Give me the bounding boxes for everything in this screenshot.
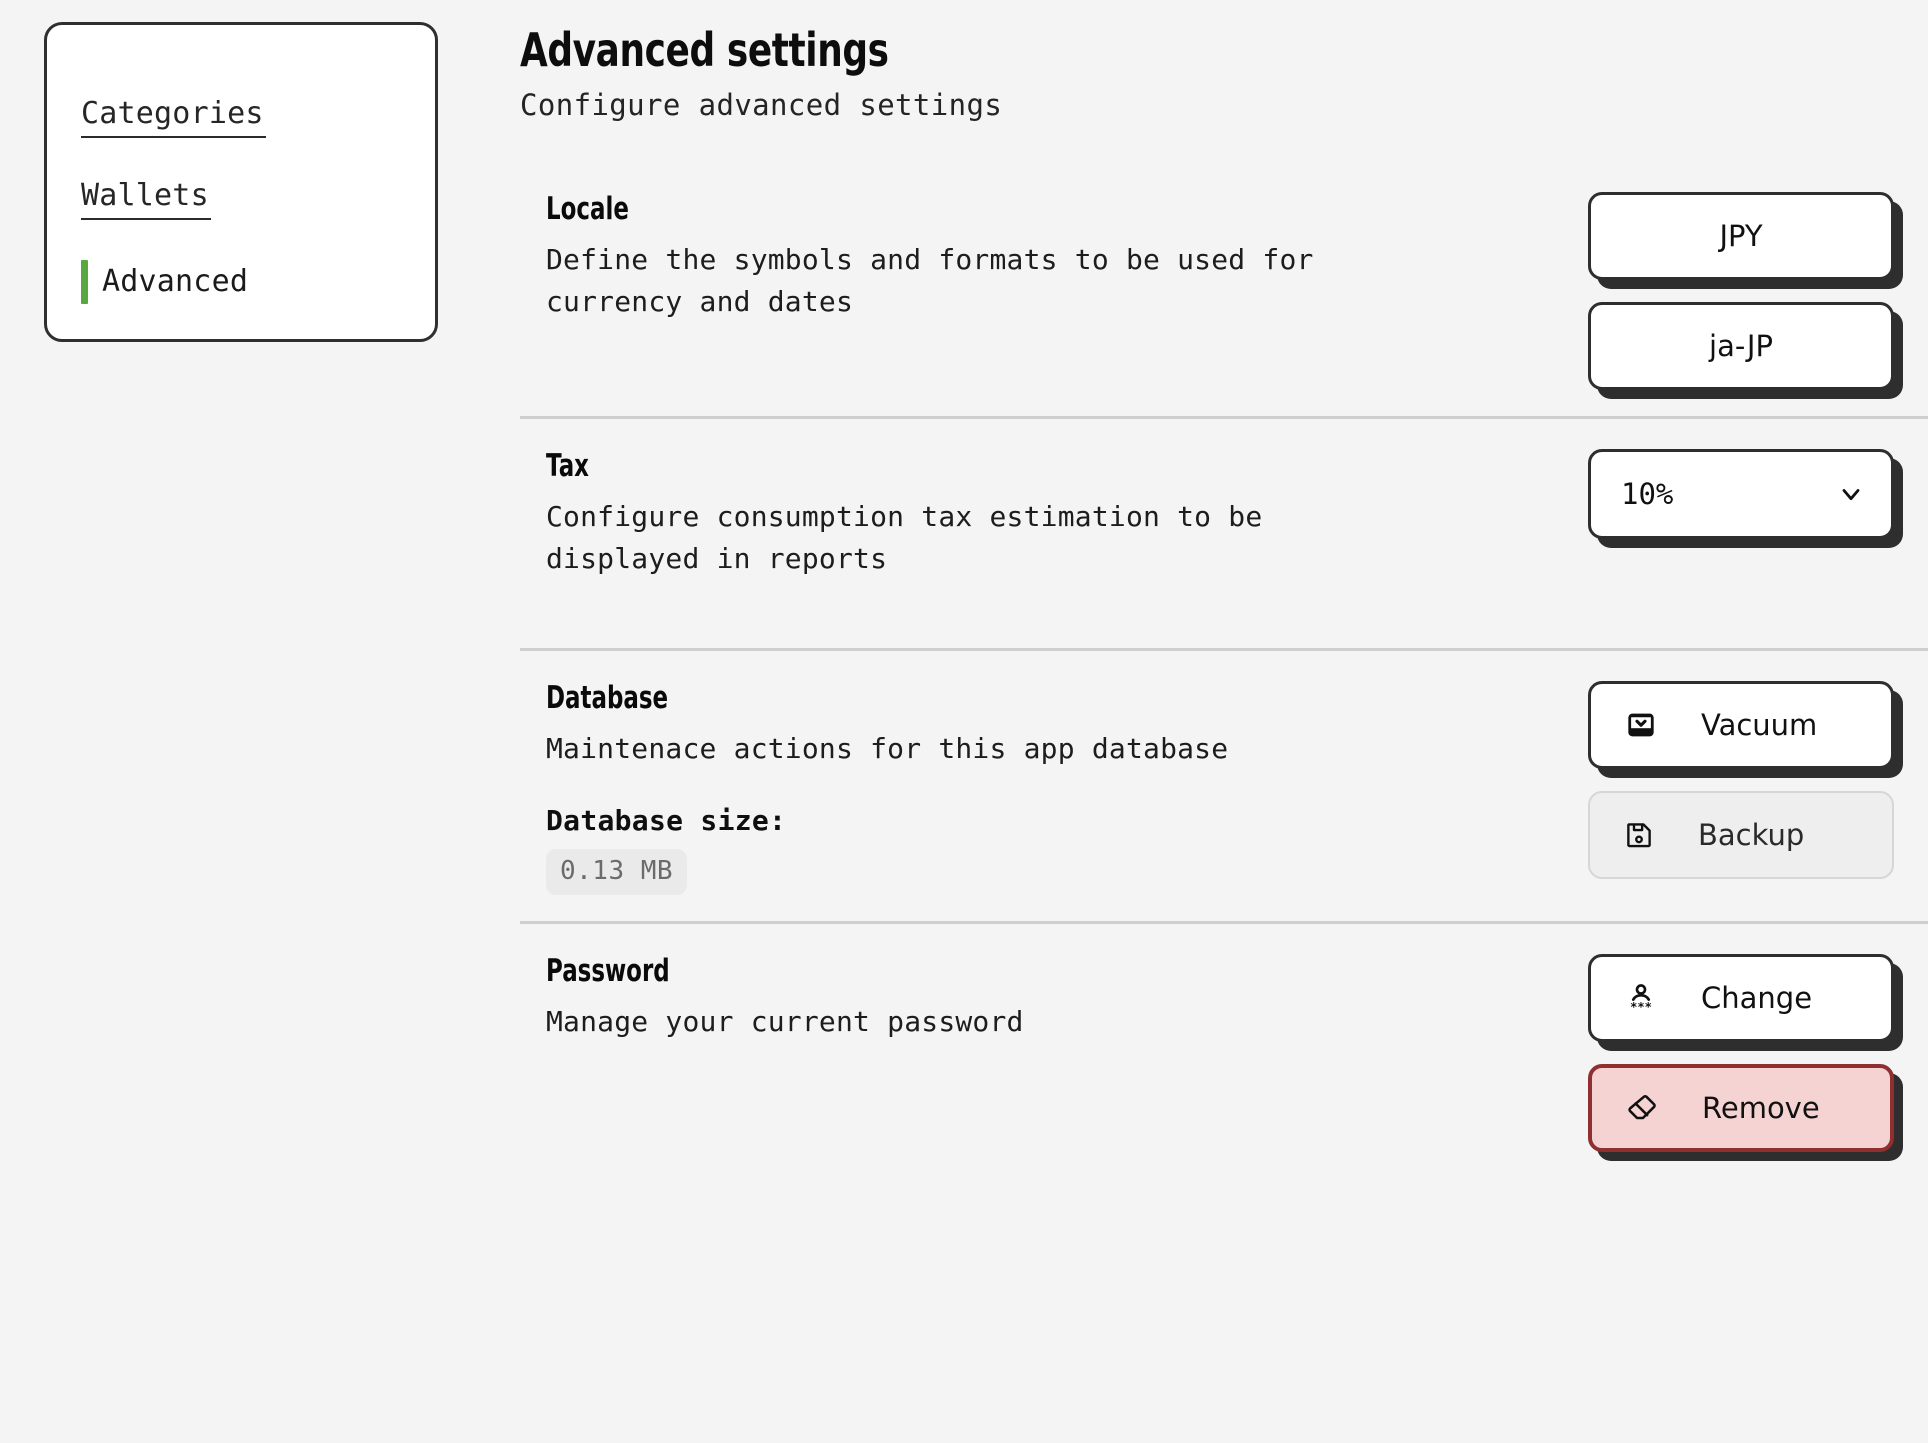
section-tax: Tax Configure consumption tax estimation… bbox=[520, 416, 1928, 648]
sidebar-item-label: Categories bbox=[81, 98, 266, 138]
change-password-button[interactable]: *** Change bbox=[1588, 953, 1894, 1042]
change-password-button-label: Change bbox=[1701, 980, 1813, 1015]
svg-text:***: *** bbox=[1630, 1000, 1652, 1014]
section-title: Locale bbox=[546, 191, 629, 228]
section-locale-controls: JPY ja-JP bbox=[1588, 188, 1894, 391]
section-title: Password bbox=[546, 952, 670, 989]
section-password-controls: *** Change Remove bbox=[1588, 950, 1894, 1152]
tax-rate-value: 10% bbox=[1621, 477, 1674, 512]
page-title: Advanced settings bbox=[520, 23, 889, 77]
settings-page: Categories Wallets Advanced Advanced set… bbox=[0, 0, 1928, 1443]
sidebar-item-label: Advanced bbox=[102, 264, 249, 299]
locale-button-label: ja-JP bbox=[1709, 329, 1773, 364]
sidebar-nav: Categories Wallets Advanced bbox=[81, 77, 401, 323]
currency-button[interactable]: JPY bbox=[1588, 192, 1894, 281]
section-description: Configure consumption tax estimation to … bbox=[546, 500, 1263, 575]
chevron-down-icon bbox=[1837, 480, 1865, 508]
section-password-text: Password Manage your current password bbox=[546, 950, 1024, 1042]
remove-password-button-label: Remove bbox=[1702, 1090, 1820, 1125]
section-password: Password Manage your current password **… bbox=[520, 920, 1928, 1178]
tax-rate-select[interactable]: 10% bbox=[1588, 449, 1894, 540]
database-size-value: 0.13 MB bbox=[546, 848, 688, 895]
section-tax-controls: 10% bbox=[1588, 445, 1894, 540]
active-indicator-bar bbox=[81, 260, 88, 304]
sidebar-item-advanced[interactable]: Advanced bbox=[81, 241, 401, 323]
database-size-label: Database size: bbox=[546, 803, 787, 837]
section-database-controls: Vacuum Backup bbox=[1588, 677, 1894, 880]
archive-icon bbox=[1625, 709, 1657, 741]
settings-sections: Locale Define the symbols and formats to… bbox=[520, 162, 1928, 1177]
main-content: Advanced settings Configure advanced set… bbox=[520, 0, 1928, 1443]
section-locale: Locale Define the symbols and formats to… bbox=[520, 162, 1928, 416]
user-password-icon: *** bbox=[1625, 982, 1657, 1014]
section-tax-text: Tax Configure consumption tax estimation… bbox=[546, 445, 1386, 579]
section-database: Database Maintenace actions for this app… bbox=[520, 648, 1928, 920]
backup-button-label: Backup bbox=[1698, 818, 1805, 853]
backup-button[interactable]: Backup bbox=[1588, 791, 1894, 880]
section-database-text: Database Maintenace actions for this app… bbox=[546, 677, 1229, 895]
sidebar-item-wallets[interactable]: Wallets bbox=[81, 159, 401, 241]
eraser-icon bbox=[1626, 1092, 1658, 1124]
remove-password-button[interactable]: Remove bbox=[1588, 1063, 1894, 1152]
section-description: Manage your current password bbox=[546, 1004, 1024, 1038]
section-title: Tax bbox=[546, 448, 589, 485]
page-subtitle: Configure advanced settings bbox=[520, 88, 1003, 123]
save-floppy-icon bbox=[1624, 820, 1654, 850]
vacuum-button[interactable]: Vacuum bbox=[1588, 681, 1894, 770]
section-description: Maintenace actions for this app database bbox=[546, 732, 1229, 766]
settings-sidebar: Categories Wallets Advanced bbox=[44, 22, 438, 342]
section-locale-text: Locale Define the symbols and formats to… bbox=[546, 188, 1386, 322]
sidebar-item-label: Wallets bbox=[81, 180, 211, 220]
section-description: Define the symbols and formats to be use… bbox=[546, 243, 1314, 318]
vacuum-button-label: Vacuum bbox=[1701, 708, 1818, 743]
locale-button[interactable]: ja-JP bbox=[1588, 302, 1894, 391]
sidebar-item-categories[interactable]: Categories bbox=[81, 77, 401, 159]
currency-button-label: JPY bbox=[1719, 219, 1763, 254]
section-title: Database bbox=[546, 680, 669, 717]
